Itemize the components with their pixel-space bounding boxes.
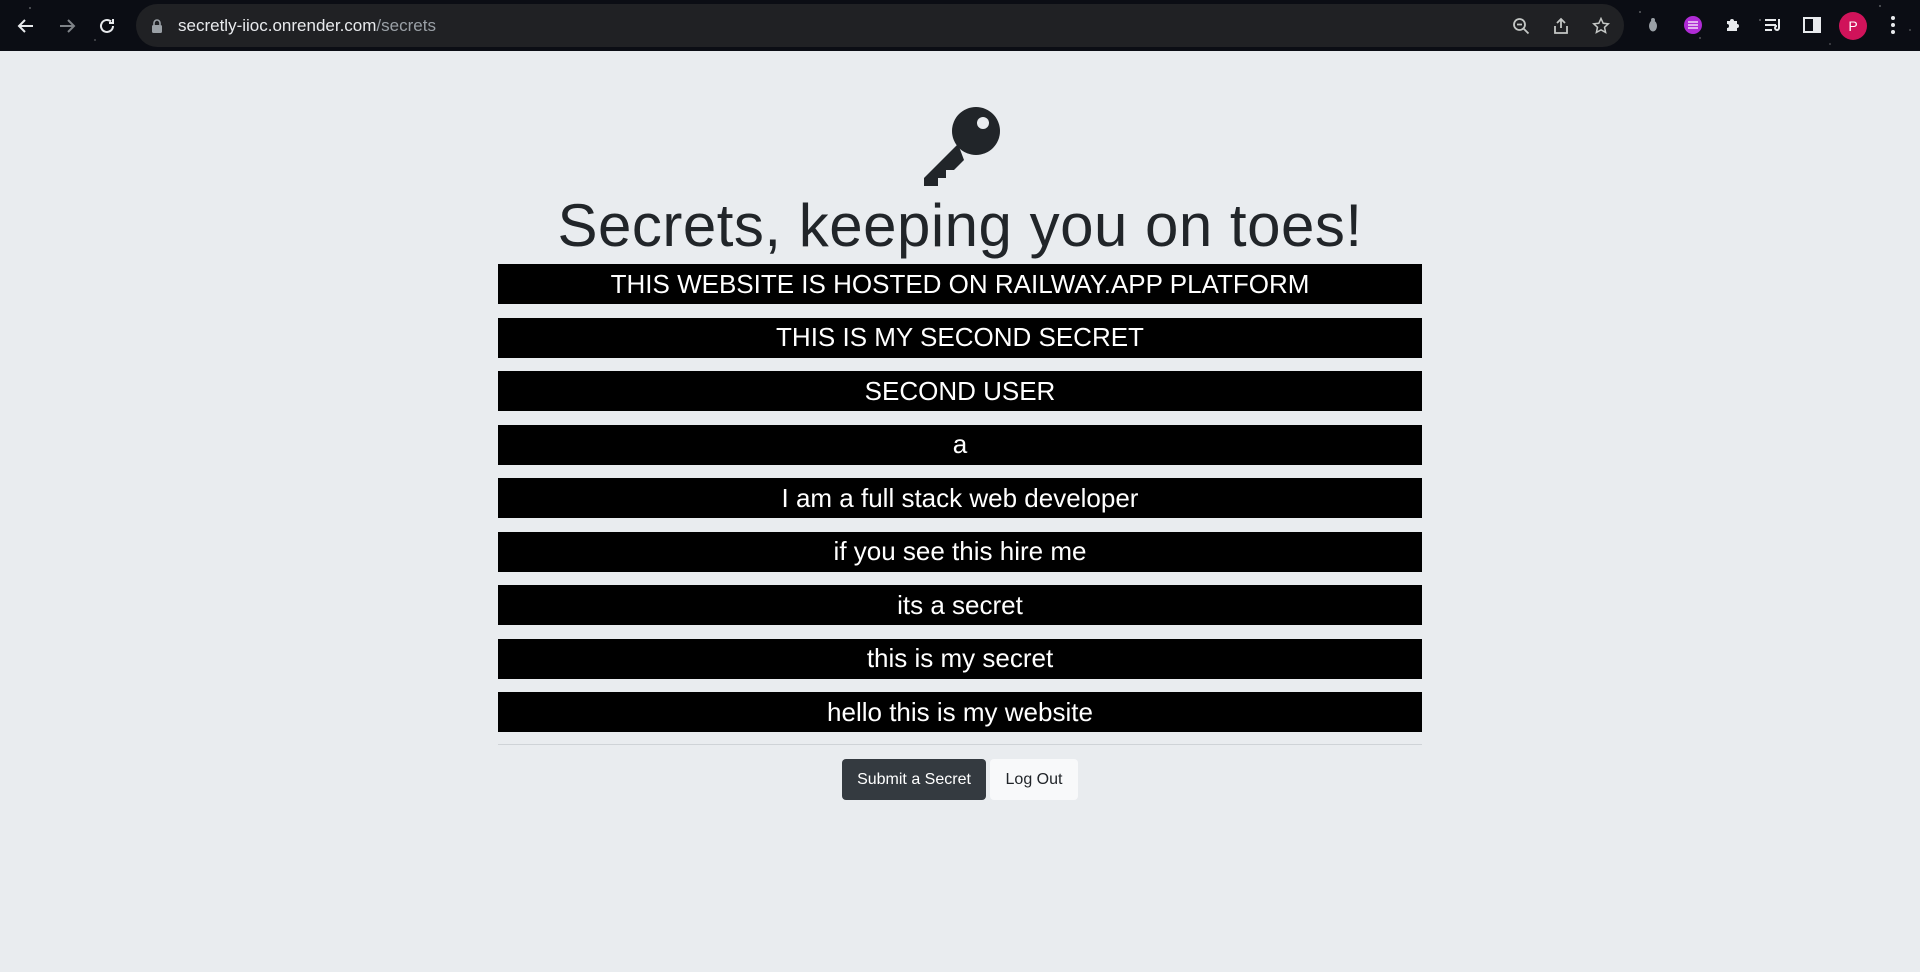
secret-item: SECOND USER [498, 371, 1422, 411]
reading-list-icon[interactable] [1760, 12, 1786, 38]
kebab-menu-icon[interactable] [1880, 12, 1906, 38]
bug-icon[interactable] [1640, 12, 1666, 38]
submit-secret-button[interactable]: Submit a Secret [842, 759, 986, 800]
logout-button[interactable]: Log Out [990, 759, 1078, 800]
secret-item: a [498, 424, 1422, 465]
url-host: secretly-iioc.onrender.com [178, 16, 377, 35]
browser-toolbar: secretly-iioc.onrender.com/secrets P [0, 0, 1920, 51]
secret-item: hello this is my website [498, 692, 1422, 732]
secret-item: if you see this hire me [498, 531, 1422, 572]
secret-item: THIS WEBSITE IS HOSTED ON RAILWAY.APP PL… [498, 264, 1422, 304]
profile-initial: P [1848, 18, 1858, 34]
reload-button[interactable] [90, 9, 124, 43]
secret-item: its a secret [498, 585, 1422, 625]
lock-icon [152, 19, 162, 33]
divider [498, 744, 1422, 745]
key-icon [924, 107, 1000, 186]
arrow-right-icon [60, 19, 76, 33]
star-icon[interactable] [1589, 14, 1613, 38]
zoom-out-icon[interactable] [1509, 14, 1533, 38]
share-icon[interactable] [1549, 14, 1573, 38]
back-button[interactable] [9, 9, 43, 43]
side-panel-icon[interactable] [1799, 12, 1825, 38]
reload-icon [100, 18, 114, 33]
arrow-left-icon [17, 19, 33, 33]
address-bar[interactable]: secretly-iioc.onrender.com/secrets [136, 4, 1624, 47]
forward-button[interactable] [50, 9, 84, 43]
secret-item: THIS IS MY SECOND SECRET [498, 317, 1422, 358]
profile-avatar[interactable]: P [1839, 12, 1867, 40]
purple-extension-icon[interactable] [1680, 12, 1706, 38]
page-title: Secrets, keeping you on toes! [557, 192, 1363, 259]
secrets-list: THIS WEBSITE IS HOSTED ON RAILWAY.APP PL… [498, 264, 1422, 746]
secret-item: I am a full stack web developer [498, 478, 1422, 518]
puzzle-icon[interactable] [1720, 12, 1746, 38]
secret-item: this is my secret [498, 638, 1422, 679]
url-path: /secrets [376, 16, 436, 35]
url-text: secretly-iioc.onrender.com/secrets [178, 16, 436, 36]
page-content: Secrets, keeping you on toes! THIS WEBSI… [0, 51, 1920, 972]
